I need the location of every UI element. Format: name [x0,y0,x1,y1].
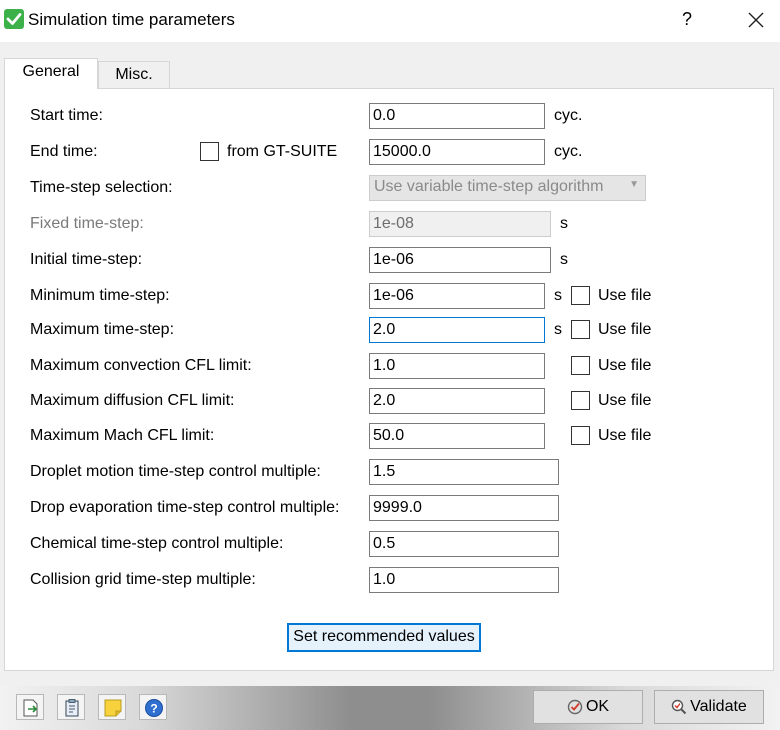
max-convection-cfl-label: Maximum convection CFL limit: [30,357,252,374]
end-time-label: End time: [30,143,98,160]
timestep-selection-dropdown[interactable]: Use variable time-step algorithm ▼ [369,175,646,201]
from-gt-suite-checkbox[interactable] [200,142,219,161]
fixed-timestep-label: Fixed time-step: [30,215,144,232]
max-mach-cfl-use-file-label: Use file [598,427,652,444]
fixed-timestep-unit: s [560,215,568,232]
green-check-icon [4,9,24,29]
clipboard-icon [65,699,79,717]
help-button[interactable]: ? [677,6,697,32]
dialog-body: General Misc. Start time: cyc. End time:… [0,42,780,730]
max-convection-cfl-use-file-checkbox[interactable] [571,356,590,375]
validate-button-label: Validate [690,698,747,715]
start-time-unit: cyc. [554,107,583,124]
initial-timestep-unit: s [560,251,568,268]
timestep-selection-value: Use variable time-step algorithm [374,178,604,195]
chemical-multiple-input[interactable] [369,531,559,557]
tab-general[interactable]: General [4,58,98,89]
end-time-input[interactable] [369,139,545,165]
window-title: Simulation time parameters [28,10,235,29]
bottom-toolbar: ? OK Validate [0,686,780,730]
ok-check-icon [567,699,583,714]
close-icon[interactable] [744,8,768,32]
end-time-unit: cyc. [554,143,583,160]
magnifier-check-icon [671,699,687,714]
minimum-timestep-unit: s [554,287,562,304]
chemical-multiple-label: Chemical time-step control multiple: [30,535,284,552]
svg-text:?: ? [150,702,157,716]
set-recommended-values-button[interactable]: Set recommended values [287,623,481,652]
ok-button[interactable]: OK [533,690,643,724]
max-diffusion-cfl-input[interactable] [369,388,545,414]
maximum-timestep-use-file-label: Use file [598,321,652,338]
maximum-timestep-input[interactable] [369,317,545,343]
note-button[interactable] [98,694,126,720]
max-diffusion-cfl-label: Maximum diffusion CFL limit: [30,392,235,409]
title-bar: Simulation time parameters ? [0,0,780,42]
export-document-icon [23,699,38,717]
help-info-button[interactable]: ? [139,694,167,720]
droplet-motion-label: Droplet motion time-step control multipl… [30,463,321,480]
tab-misc[interactable]: Misc. [98,61,170,89]
timestep-selection-label: Time-step selection: [30,179,173,196]
drop-evaporation-label: Drop evaporation time-step control multi… [30,499,340,516]
sticky-note-icon [104,699,122,717]
clipboard-button[interactable] [57,694,85,720]
minimum-timestep-label: Minimum time-step: [30,287,170,304]
minimum-timestep-input[interactable] [369,283,545,309]
collision-grid-input[interactable] [369,567,559,593]
start-time-input[interactable] [369,103,545,129]
chevron-down-icon: ▼ [629,179,639,190]
validate-button[interactable]: Validate [654,690,764,724]
initial-timestep-label: Initial time-step: [30,251,143,268]
general-panel: Start time: cyc. End time: from GT-SUITE… [4,88,774,671]
minimum-timestep-use-file-checkbox[interactable] [571,286,590,305]
question-circle-icon: ? [145,699,163,717]
maximum-timestep-label: Maximum time-step: [30,321,175,338]
start-time-label: Start time: [30,107,103,124]
collision-grid-label: Collision grid time-step multiple: [30,571,256,588]
drop-evaporation-input[interactable] [369,495,559,521]
max-convection-cfl-input[interactable] [369,353,545,379]
minimum-timestep-use-file-label: Use file [598,287,652,304]
max-mach-cfl-label: Maximum Mach CFL limit: [30,427,215,444]
max-mach-cfl-input[interactable] [369,423,545,449]
maximum-timestep-use-file-checkbox[interactable] [571,320,590,339]
from-gt-suite-label: from GT-SUITE [227,143,338,160]
export-button[interactable] [16,694,44,720]
max-mach-cfl-use-file-checkbox[interactable] [571,426,590,445]
ok-button-label: OK [585,698,610,715]
droplet-motion-input[interactable] [369,459,559,485]
max-diffusion-cfl-use-file-checkbox[interactable] [571,391,590,410]
max-diffusion-cfl-use-file-label: Use file [598,392,652,409]
maximum-timestep-unit: s [554,321,562,338]
initial-timestep-input[interactable] [369,247,551,273]
max-convection-cfl-use-file-label: Use file [598,357,652,374]
fixed-timestep-input [369,211,551,237]
